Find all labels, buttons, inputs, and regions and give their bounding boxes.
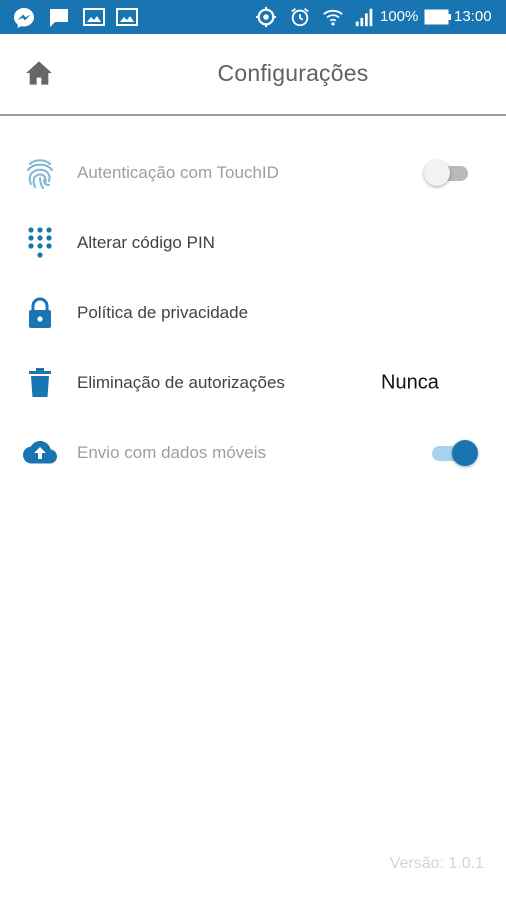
- fingerprint-icon: [22, 155, 58, 191]
- app-header: Configurações: [0, 34, 506, 116]
- signal-icon: [354, 6, 376, 33]
- cloud-upload-icon: [22, 435, 58, 471]
- setting-label: Autenticação com TouchID: [77, 163, 279, 182]
- sync-icon: [255, 6, 277, 33]
- setting-label: Envio com dados móveis: [77, 443, 266, 462]
- image-icon: [115, 6, 139, 33]
- toggle-thumb: [424, 160, 450, 186]
- touchid-toggle[interactable]: [424, 158, 480, 188]
- trash-icon: [22, 365, 58, 401]
- chat-icon: [47, 6, 71, 35]
- setting-mobile-data-upload[interactable]: Envio com dados móveis: [0, 418, 506, 488]
- setting-change-pin[interactable]: Alterar código PIN: [0, 208, 506, 278]
- clock: 13:00: [454, 8, 492, 25]
- toggle-thumb: [452, 440, 478, 466]
- setting-value[interactable]: Nunca: [381, 372, 439, 395]
- wifi-icon: [322, 6, 344, 33]
- dialpad-icon: [22, 225, 58, 261]
- image-icon: [82, 6, 106, 33]
- page-title: Configurações: [217, 60, 369, 86]
- setting-label: Alterar código PIN: [77, 233, 215, 252]
- setting-authorization-deletion[interactable]: Eliminação de autorizações Nunca: [0, 348, 506, 418]
- setting-label: Política de privacidade: [77, 303, 249, 322]
- setting-touchid[interactable]: Autenticação com TouchID: [0, 138, 506, 208]
- status-bar: 100% 13:00: [0, 0, 506, 34]
- setting-privacy-policy[interactable]: Política de privacidade: [0, 278, 506, 348]
- home-icon: [25, 60, 53, 91]
- lock-icon: [22, 295, 58, 331]
- messenger-icon: [12, 6, 36, 35]
- setting-label: Eliminação de autorizações: [77, 373, 285, 392]
- battery-icon: [424, 9, 452, 30]
- alarm-icon: [289, 6, 311, 33]
- home-button[interactable]: [20, 58, 58, 92]
- battery-percent: 100%: [380, 8, 419, 25]
- app-version: Versão: 1.0.1: [389, 855, 484, 872]
- mobile-data-toggle[interactable]: [424, 438, 480, 468]
